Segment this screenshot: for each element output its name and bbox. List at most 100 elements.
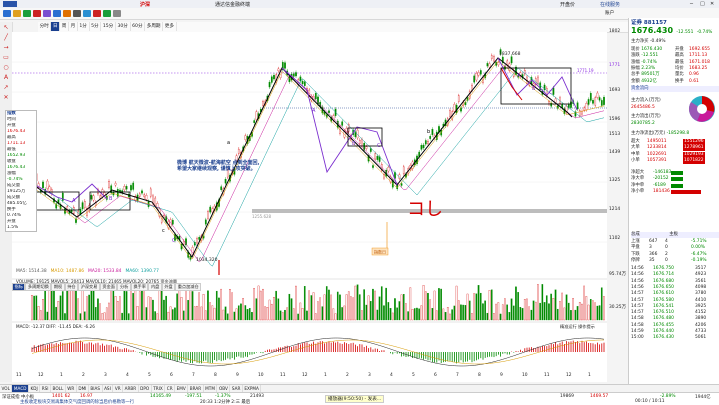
indicator-tab[interactable]: ARBR [123, 385, 139, 392]
sub-tab[interactable]: 外盘 [162, 283, 175, 291]
sub-tab[interactable]: 资金面 [100, 283, 118, 291]
x-tick: 3 [368, 373, 371, 378]
ray-tool-icon[interactable]: → [2, 44, 10, 52]
candle-body [47, 181, 48, 189]
sub-tab[interactable]: 内盘 [148, 283, 161, 291]
kline-svg[interactable]: 1837.668 1034.320 1255.628 1771.19 a b c… [12, 32, 607, 382]
volume-bar [287, 308, 288, 320]
volume-bar [234, 312, 235, 320]
close-icon[interactable]: ✕ [710, 1, 714, 7]
toolbar-account[interactable]: 账户 [605, 10, 614, 16]
macd-bar [150, 352, 151, 355]
macd-bar [529, 348, 530, 352]
indicator-tab[interactable]: SAR [230, 385, 243, 392]
period-tab[interactable]: 月 [69, 22, 78, 31]
y-tick: 1439 [609, 150, 620, 155]
period-tab[interactable]: 多周期 [145, 22, 163, 31]
period-tab-active[interactable]: 日 [51, 22, 60, 31]
period-tab[interactable]: 1分 [78, 22, 90, 31]
indicator-tab[interactable]: BRAR [188, 385, 203, 392]
indicator-tab[interactable]: BOLL [51, 385, 66, 392]
status-news[interactable]: 主板收定板块交易再集体交气度回调的除当后价格勒等一行 [20, 399, 134, 405]
account-info[interactable]: 在线服务 [600, 1, 620, 8]
indicator-tab[interactable]: WR [66, 385, 77, 392]
indicator-tab[interactable]: VOL [0, 385, 12, 392]
volume-bar [212, 306, 213, 320]
period-tab[interactable]: 5分 [90, 22, 102, 31]
maximize-icon[interactable]: □ [700, 1, 705, 7]
delete-tool-icon[interactable]: ✕ [2, 94, 10, 102]
indicator-tab[interactable]: BIAS [89, 385, 103, 392]
period-tab[interactable]: 30分 [116, 22, 131, 31]
news-icon[interactable] [23, 10, 31, 17]
analysis-icon[interactable] [43, 10, 51, 17]
market-icon[interactable] [63, 10, 71, 17]
arrow-tool-icon[interactable]: ↗ [2, 84, 10, 92]
volume-bar [469, 301, 470, 320]
candle-body [238, 149, 239, 153]
macd-bar [309, 344, 310, 352]
period-tab[interactable]: 更多 [163, 22, 176, 31]
volume-bar [379, 297, 380, 320]
candle-body [454, 104, 455, 111]
period-tab[interactable]: 周 [60, 22, 69, 31]
sub-tab[interactable]: 换手率 [131, 283, 149, 291]
candle-body [427, 141, 428, 144]
volume-bar [278, 299, 279, 320]
macd-bar [505, 352, 506, 353]
player-task[interactable]: 播放器(9:50:50) - 发表... [325, 395, 384, 403]
flow-tabs[interactable]: 资金流向 [631, 86, 719, 92]
wave-line-black [30, 58, 572, 257]
fund-icon[interactable] [83, 10, 91, 17]
cursor-icon[interactable]: ↖ [2, 24, 10, 32]
indicator-tab-active[interactable]: MACD [12, 385, 29, 392]
sector-icon[interactable] [73, 10, 81, 17]
wave-letter-a: a [227, 140, 230, 146]
period-tab[interactable]: 15分 [101, 22, 116, 31]
home-icon[interactable] [3, 10, 11, 17]
line-tool-icon[interactable]: ╱ [2, 34, 10, 42]
trade-icon[interactable] [33, 10, 41, 17]
text-tool-icon[interactable]: A [2, 74, 10, 82]
indicator-tab[interactable]: CR [165, 385, 175, 392]
indicator-tab[interactable]: EXPMA [243, 385, 262, 392]
macd-bar [120, 349, 121, 352]
circle-tool-icon[interactable]: ○ [2, 64, 10, 72]
minimize-icon[interactable]: ─ [690, 1, 693, 7]
indicator-tab[interactable]: MTM [204, 385, 218, 392]
candle-body [273, 75, 274, 79]
period-tab[interactable]: 分时 [38, 22, 51, 31]
sub-tab[interactable]: 期权 [51, 283, 64, 291]
zixuan-icon[interactable] [53, 10, 61, 17]
macd-bar [87, 344, 88, 352]
y-tick: 1513 [609, 132, 620, 137]
data-icon[interactable] [103, 10, 111, 17]
indicator-tab[interactable]: VR [113, 385, 123, 392]
sub-tab[interactable]: 多周期切换 [25, 283, 51, 291]
hot-icon[interactable] [93, 10, 101, 17]
candle-body [315, 93, 316, 99]
quote-icon[interactable] [13, 10, 21, 17]
macd-bar [80, 341, 81, 352]
indicator-tab[interactable]: RSI [40, 385, 51, 392]
sub-tab[interactable]: 沪深交易 [78, 283, 100, 291]
indicator-tab[interactable]: KDJ [29, 385, 40, 392]
indicator-tab[interactable]: DMI [77, 385, 89, 392]
period-tab[interactable]: 60分 [131, 22, 146, 31]
indicator-tab[interactable]: EMV [175, 385, 188, 392]
volume-bar [210, 302, 211, 320]
sub-tab[interactable]: 持仓 [65, 283, 78, 291]
candle-body [302, 81, 303, 84]
sub-tab-active[interactable]: 指标 [12, 283, 25, 291]
sub-tab[interactable]: 分析 [117, 283, 130, 291]
indicator-tab[interactable]: ASI [103, 385, 114, 392]
volume-bar [130, 291, 131, 320]
indicator-tab[interactable]: OBV [217, 385, 230, 392]
rect-tool-icon[interactable]: ▭ [2, 54, 10, 62]
tool-icon[interactable] [113, 10, 121, 17]
sub-tab[interactable]: 重点加减仓 [175, 283, 201, 291]
macd-bar [494, 352, 495, 357]
indicator-tab[interactable]: TRIX [152, 385, 166, 392]
indicator-tab[interactable]: DPO [139, 385, 152, 392]
kline-chart-area[interactable]: 1837.668 1034.320 1255.628 1771.19 a b c… [12, 32, 607, 382]
